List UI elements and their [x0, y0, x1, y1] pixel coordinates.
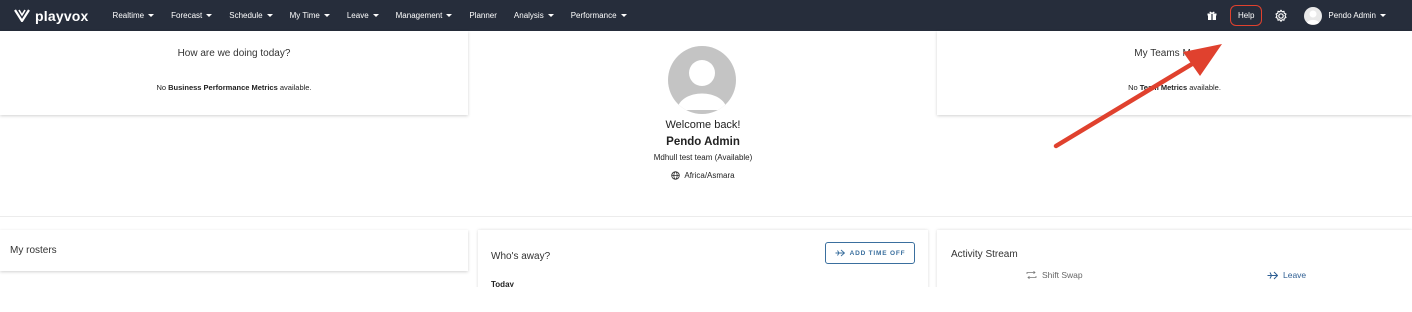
chevron-down-icon: [446, 14, 453, 17]
top-navbar: playvox Realtime Forecast Schedule My Ti…: [0, 0, 1412, 31]
main-nav: Realtime Forecast Schedule My Time Leave…: [113, 0, 644, 31]
add-time-off-button[interactable]: ADD TIME OFF: [825, 242, 915, 264]
rosters-card: My rosters: [0, 230, 468, 271]
nav-label: Forecast: [171, 11, 203, 20]
user-avatar[interactable]: [1304, 6, 1323, 25]
nav-label: My Time: [289, 11, 320, 20]
nav-management[interactable]: Management: [396, 11, 453, 20]
airplane-icon: [835, 249, 845, 257]
business-metrics-card: How are we doing today? No Business Perf…: [0, 31, 468, 115]
message-suffix: available.: [277, 83, 312, 92]
user-menu[interactable]: Pendo Admin: [1328, 11, 1386, 20]
nav-analysis[interactable]: Analysis: [514, 11, 554, 20]
section-divider: [0, 216, 1412, 217]
globe-icon: [671, 171, 681, 180]
tab-leave[interactable]: Leave: [1267, 270, 1306, 280]
business-card-title: How are we doing today?: [177, 48, 291, 59]
welcome-text: Welcome back!: [665, 119, 741, 131]
nav-realtime[interactable]: Realtime: [113, 11, 155, 20]
nav-label: Schedule: [229, 11, 263, 20]
swap-icon: [1026, 271, 1037, 279]
page-bottom-fade: [0, 287, 1412, 312]
profile-panel: Welcome back! Pendo Admin Mdhull test te…: [469, 31, 937, 191]
nav-label: Planner: [469, 11, 497, 20]
profile-timezone: Africa/Asmara: [469, 171, 937, 180]
nav-label: Performance: [570, 11, 617, 20]
nav-planner[interactable]: Planner: [469, 11, 497, 20]
nav-label: Analysis: [513, 11, 544, 20]
chevron-down-icon: [1380, 14, 1386, 17]
help-button[interactable]: Help: [1229, 5, 1263, 26]
message-prefix: No: [156, 83, 169, 92]
playvox-logo-icon: [14, 9, 30, 22]
message-bold: Business Performance Metrics: [168, 83, 278, 92]
chevron-down-icon: [372, 14, 379, 17]
nav-leave[interactable]: Leave: [347, 11, 379, 20]
nav-forecast[interactable]: Forecast: [171, 11, 213, 20]
chevron-down-icon: [206, 14, 213, 17]
nav-schedule[interactable]: Schedule: [229, 11, 273, 20]
chevron-down-icon: [323, 14, 330, 17]
profile-name: Pendo Admin: [666, 136, 740, 148]
nav-my-time[interactable]: My Time: [290, 11, 330, 20]
user-name-label: Pendo Admin: [1328, 11, 1376, 20]
topbar-right: Help Pendo Admin: [1206, 0, 1412, 31]
tab-label: Leave: [1283, 270, 1307, 280]
gift-icon[interactable]: [1206, 10, 1218, 22]
tab-shift-swap[interactable]: Shift Swap: [1026, 270, 1083, 280]
playvox-logo[interactable]: playvox: [14, 8, 89, 24]
chevron-down-icon: [266, 14, 273, 17]
business-card-message: No Business Performance Metrics availabl…: [0, 83, 468, 92]
whos-away-title: Who's away?: [491, 251, 551, 262]
nav-label: Realtime: [112, 11, 145, 20]
timezone-label: Africa/Asmara: [684, 171, 735, 180]
gear-icon[interactable]: [1274, 9, 1288, 23]
annotation-arrow-icon: [1053, 44, 1222, 149]
profile-team: Mdhull test team (Available): [653, 153, 753, 162]
nav-label: Leave: [346, 11, 369, 20]
logo-text: playvox: [35, 7, 89, 24]
add-time-off-label: ADD TIME OFF: [849, 249, 906, 257]
nav-performance[interactable]: Performance: [571, 11, 627, 20]
nav-label: Management: [395, 11, 443, 20]
profile-avatar: [668, 46, 736, 114]
leave-icon: [1267, 271, 1278, 279]
chevron-down-icon: [547, 14, 554, 17]
rosters-title: My rosters: [10, 245, 57, 256]
activity-stream-title: Activity Stream: [951, 249, 1018, 260]
tab-label: Shift Swap: [1042, 270, 1083, 280]
chevron-down-icon: [620, 14, 627, 17]
chevron-down-icon: [148, 14, 155, 17]
